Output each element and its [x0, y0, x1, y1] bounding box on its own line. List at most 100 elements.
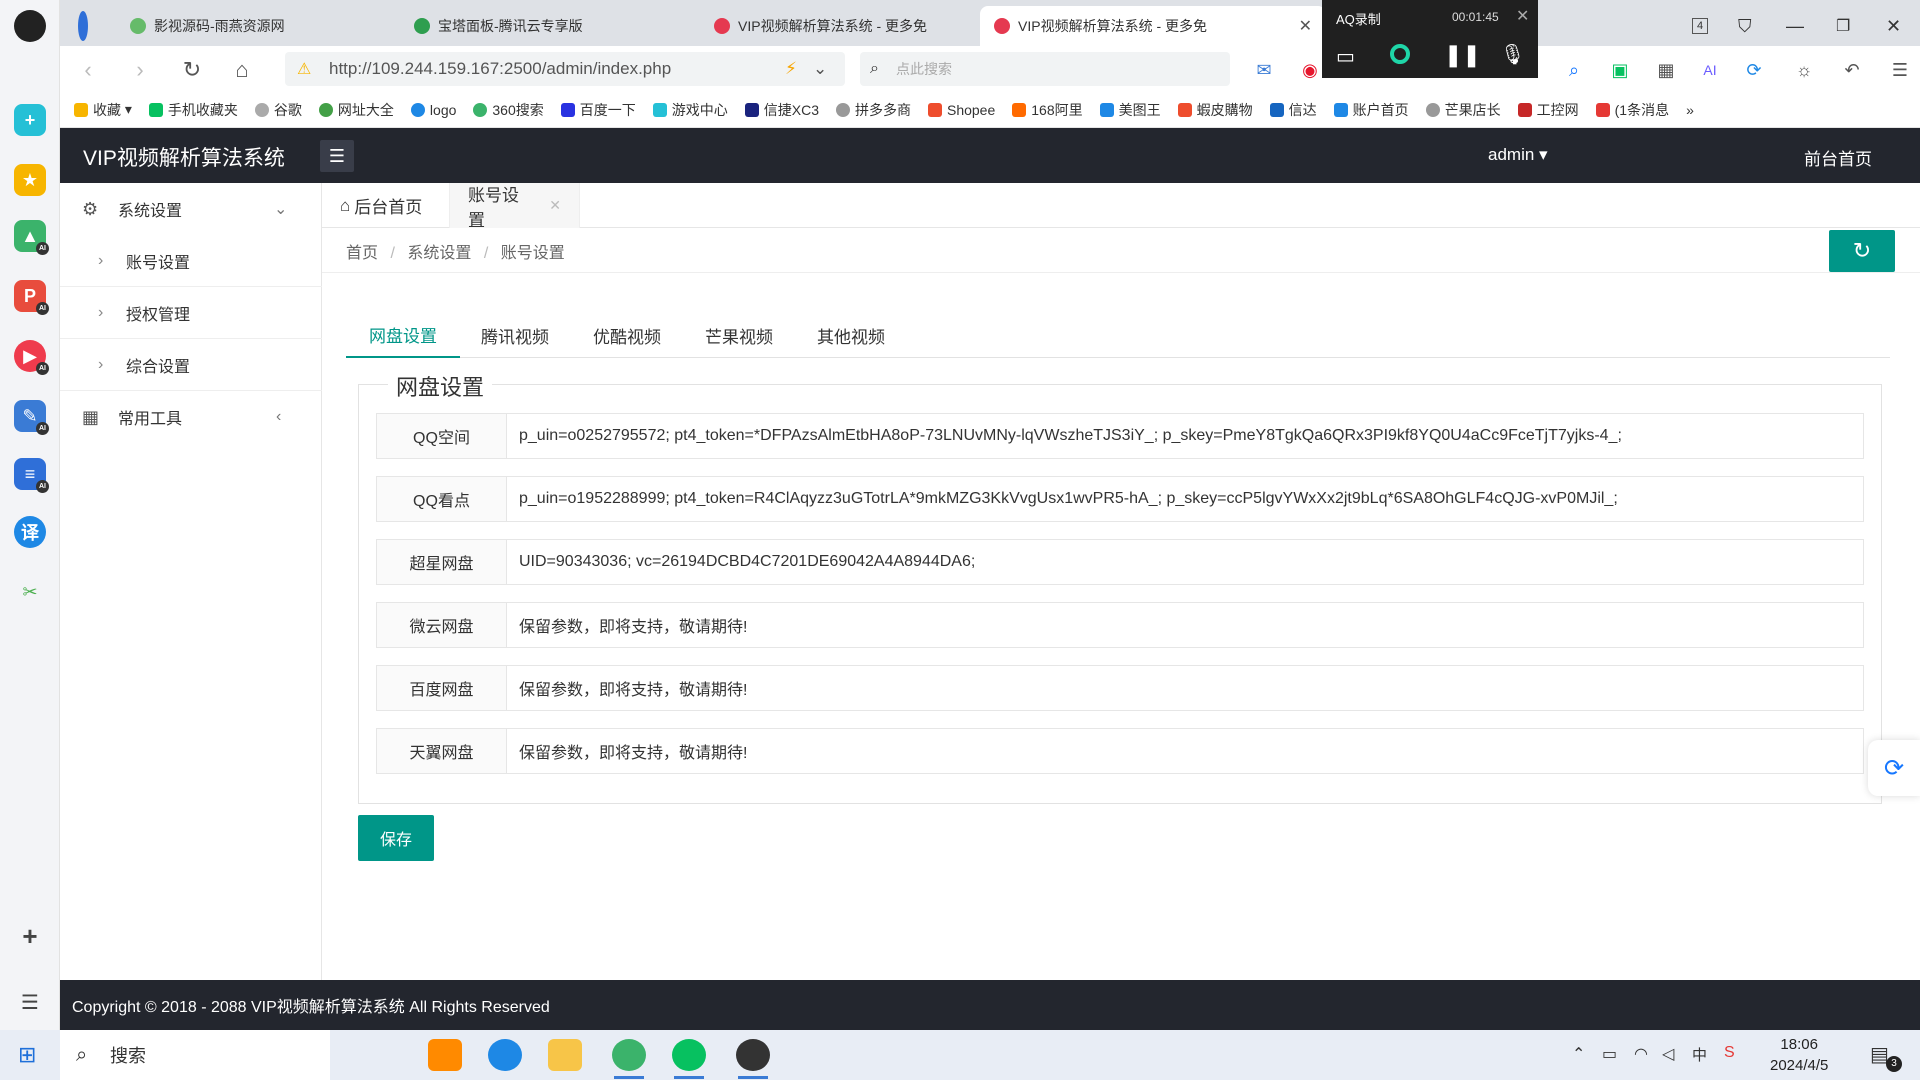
- bookmark[interactable]: 拼多多商: [835, 100, 911, 120]
- video-ai-icon[interactable]: ▶ AI: [14, 340, 49, 375]
- document-ai-icon[interactable]: ≡ AI: [14, 458, 49, 493]
- mail-icon[interactable]: ✉: [1250, 56, 1278, 84]
- lightning-icon[interactable]: ⚡: [785, 59, 797, 79]
- breadcrumb-home[interactable]: 首页: [346, 245, 378, 262]
- edit-ai-icon[interactable]: ✎ AI: [14, 400, 49, 435]
- microphone-icon[interactable]: 🎙: [1500, 42, 1525, 67]
- tab-mango[interactable]: 芒果视频: [682, 313, 796, 358]
- sidebar-group-tools[interactable]: ▦ 常用工具 ‹: [60, 391, 322, 443]
- pause-icon[interactable]: ❚❚: [1444, 42, 1481, 68]
- reload-icon[interactable]: ↻: [178, 56, 206, 84]
- windows-start-icon[interactable]: ⊞: [18, 1042, 36, 1068]
- qzone-cookie-input[interactable]: p_uin=o0252795572; pt4_token=*DFPAzsAlmE…: [507, 414, 1863, 458]
- recorder-app-icon[interactable]: [736, 1039, 770, 1079]
- browser-360-icon[interactable]: [612, 1039, 646, 1079]
- bookmark[interactable]: 谷歌: [254, 100, 302, 120]
- sidebar-item-account[interactable]: › 账号设置: [60, 235, 322, 287]
- sync-icon[interactable]: ⟳: [1740, 56, 1768, 84]
- brightness-icon[interactable]: ☼: [1790, 56, 1818, 84]
- bookmark[interactable]: Shopee: [927, 102, 995, 118]
- taskbar-star-app-icon[interactable]: [428, 1039, 462, 1071]
- baidu-cookie-input[interactable]: 保留参数，即将支持，敬请期待!: [507, 666, 1863, 710]
- bookmark[interactable]: 168阿里: [1012, 100, 1083, 120]
- sidebar-item-license[interactable]: › 授权管理: [60, 287, 322, 339]
- wifi-icon[interactable]: ◠: [1634, 1044, 1648, 1064]
- ai-icon[interactable]: AI: [1696, 56, 1724, 84]
- file-explorer-icon[interactable]: [548, 1039, 582, 1071]
- sogou-icon[interactable]: S: [1724, 1044, 1735, 1062]
- tab-youku[interactable]: 优酷视频: [570, 313, 684, 358]
- ime-icon[interactable]: 中: [1692, 1044, 1707, 1065]
- image-ai-icon[interactable]: ▲ AI: [14, 220, 49, 255]
- qq-kandian-cookie-input[interactable]: p_uin=o1952288999; pt4_token=R4ClAqyzz3u…: [507, 477, 1863, 521]
- window-icon[interactable]: ▭: [1336, 44, 1355, 69]
- close-tab-icon[interactable]: ✕: [1299, 16, 1312, 36]
- breadcrumb-system[interactable]: 系统设置: [407, 245, 471, 262]
- bookmark[interactable]: 美图王: [1099, 100, 1161, 120]
- sidebar-group-system[interactable]: ⚙ 系统设置 ⌄: [60, 183, 322, 235]
- apps-grid-icon[interactable]: ▦: [1652, 56, 1680, 84]
- bookmark[interactable]: 手机收藏夹: [148, 100, 238, 120]
- tab-other[interactable]: 其他视频: [794, 313, 908, 358]
- chevron-down-icon[interactable]: ⌄: [813, 59, 827, 79]
- forward-icon[interactable]: ›: [126, 56, 154, 84]
- sidebar-item-general[interactable]: › 综合设置: [60, 339, 322, 391]
- avatar[interactable]: [14, 10, 46, 42]
- close-icon[interactable]: ✕: [1516, 6, 1529, 26]
- add-icon[interactable]: +: [14, 920, 46, 952]
- bookmark[interactable]: 蝦皮購物: [1177, 100, 1253, 120]
- minimize-icon[interactable]: —: [1772, 6, 1818, 46]
- user-menu[interactable]: admin ▾: [1488, 145, 1548, 165]
- chaoxing-cookie-input[interactable]: UID=90343036; vc=26194DCBD4C7201DE69042A…: [507, 540, 1863, 584]
- tab-count-badge[interactable]: 4: [1678, 6, 1722, 46]
- menu-toggle-icon[interactable]: ☰: [320, 140, 354, 172]
- weibo-icon[interactable]: ◉: [1296, 56, 1324, 84]
- tab-netdisk[interactable]: 网盘设置: [346, 313, 460, 358]
- pdf-ai-icon[interactable]: P AI: [14, 280, 49, 315]
- bookmark[interactable]: 360搜索: [473, 100, 544, 120]
- home-icon[interactable]: ⌂: [228, 56, 256, 84]
- browser-tab-active[interactable]: VIP视频解析算法系统 - 更多免 ✕: [980, 6, 1326, 46]
- tianyi-cookie-input[interactable]: 保留参数，即将支持，敬请期待!: [507, 729, 1863, 773]
- refresh-button[interactable]: ↻: [1829, 230, 1895, 272]
- bookmark[interactable]: (1条消息: [1595, 100, 1669, 120]
- shirt-icon[interactable]: ⛉: [1724, 6, 1766, 46]
- edge-icon[interactable]: [488, 1039, 522, 1071]
- bookmark[interactable]: 账户首页: [1333, 100, 1409, 120]
- close-icon[interactable]: ✕: [549, 197, 561, 214]
- bookmark-favorites[interactable]: 收藏 ▾: [74, 100, 132, 120]
- floating-assistant-icon[interactable]: ⟳: [1868, 740, 1920, 796]
- undo-icon[interactable]: ↶: [1838, 56, 1866, 84]
- volume-icon[interactable]: ◁: [1662, 1044, 1674, 1064]
- browser-tab[interactable]: VIP视频解析算法系统 - 更多免: [700, 6, 950, 46]
- chevron-up-icon[interactable]: ⌃: [1572, 1044, 1585, 1064]
- front-page-link[interactable]: 前台首页: [1804, 145, 1872, 170]
- navigate-icon[interactable]: [64, 6, 102, 46]
- tab-tencent[interactable]: 腾讯视频: [458, 313, 572, 358]
- browser-menu-icon[interactable]: ☰: [1886, 56, 1914, 84]
- bookmark[interactable]: 游戏中心: [652, 100, 728, 120]
- taskbar-search[interactable]: ⌕ 搜索: [60, 1030, 330, 1080]
- bookmark[interactable]: 信达: [1269, 100, 1317, 120]
- browser-tab[interactable]: 影视源码-雨燕资源网: [116, 6, 364, 46]
- tab-dashboard[interactable]: ⌂ 后台首页: [322, 183, 450, 228]
- translate-icon[interactable]: 译: [14, 516, 46, 548]
- battery-icon[interactable]: ▭: [1602, 1044, 1617, 1064]
- record-icon[interactable]: [1390, 44, 1410, 64]
- search-tool-icon[interactable]: ⌕: [1560, 56, 1588, 84]
- search-input[interactable]: ⌕ 点此搜索: [860, 52, 1230, 86]
- system-clock[interactable]: 18:06 2024/4/5: [1770, 1034, 1828, 1076]
- url-input[interactable]: ⚠ http://109.244.159.167:2500/admin/inde…: [285, 52, 845, 86]
- reader-icon[interactable]: ▣: [1606, 56, 1634, 84]
- bookmark[interactable]: logo: [410, 102, 456, 118]
- browser-tab[interactable]: 宝塔面板-腾讯云专享版: [400, 6, 660, 46]
- weiyun-cookie-input[interactable]: 保留参数，即将支持，敬请期待!: [507, 603, 1863, 647]
- list-icon[interactable]: ☰: [14, 986, 46, 1018]
- scissors-icon[interactable]: ✂: [14, 576, 46, 608]
- more-bookmarks-icon[interactable]: »: [1686, 102, 1694, 118]
- bookmark[interactable]: 网址大全: [318, 100, 394, 120]
- bookmark[interactable]: 芒果店长: [1425, 100, 1501, 120]
- bookmark[interactable]: 百度一下: [560, 100, 636, 120]
- tab-account-settings[interactable]: 账号设置 ✕: [450, 183, 580, 230]
- star-icon[interactable]: ★: [14, 164, 46, 196]
